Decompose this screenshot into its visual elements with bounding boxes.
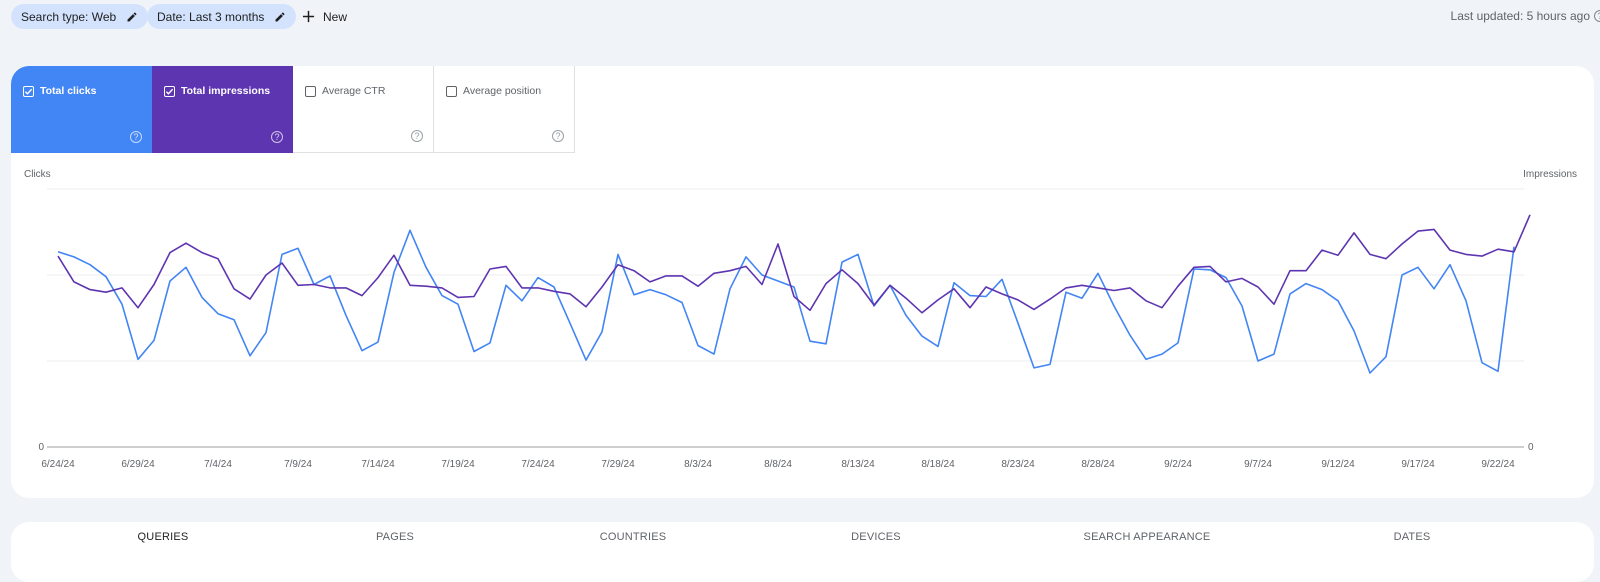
- x-tick-label: 7/29/24: [601, 459, 635, 470]
- series-line-clicks[interactable]: [57, 229, 1515, 374]
- checkbox-unchecked-icon[interactable]: [305, 85, 316, 97]
- tab-pages[interactable]: PAGES: [376, 531, 414, 543]
- last-updated: Last updated: 5 hours ago ?: [1451, 9, 1600, 23]
- pencil-icon: [127, 11, 137, 21]
- x-tick-label: 7/9/24: [284, 459, 312, 470]
- plus-icon: [302, 10, 315, 23]
- x-tick-label: 7/19/24: [441, 459, 475, 470]
- x-tick-label: 8/18/24: [921, 459, 955, 470]
- y-tick-right-zero: 0: [1528, 442, 1534, 453]
- last-updated-text: Last updated: 5 hours ago: [1450, 9, 1590, 23]
- x-tick-label: 6/24/24: [41, 459, 75, 470]
- metric-selector: Total clicks ? Total impressions ? Avera…: [11, 66, 575, 153]
- x-tick-label: 9/17/24: [1401, 459, 1435, 470]
- tab-queries[interactable]: QUERIES: [138, 531, 189, 543]
- performance-line-chart: Clicks Impressions 0 0 6/24/24 6/29/24 7/4…: [11, 161, 1594, 496]
- series-line-impressions[interactable]: [57, 214, 1531, 314]
- x-tick-label: 9/22/24: [1481, 459, 1515, 470]
- help-icon[interactable]: ?: [271, 131, 283, 143]
- new-filter-button[interactable]: New: [302, 4, 347, 29]
- date-filter-label: Date: Last 3 months: [157, 9, 265, 24]
- search-type-filter-label: Search type: Web: [21, 9, 117, 24]
- x-tick-label: 8/3/24: [684, 459, 712, 470]
- x-tick-label: 7/14/24: [361, 459, 395, 470]
- x-tick-label: 9/7/24: [1244, 459, 1272, 470]
- metric-label: Average position: [463, 85, 542, 97]
- checkbox-unchecked-icon[interactable]: [446, 85, 457, 97]
- metric-total-clicks[interactable]: Total clicks ?: [11, 66, 152, 153]
- metric-total-impressions[interactable]: Total impressions ?: [152, 66, 293, 153]
- tab-devices[interactable]: DEVICES: [851, 531, 901, 543]
- metric-average-position[interactable]: Average position ?: [434, 66, 575, 153]
- y-axis-title-left: Clicks: [24, 169, 51, 180]
- checkbox-checked-icon[interactable]: [23, 85, 34, 97]
- x-tick-label: 9/12/24: [1321, 459, 1355, 470]
- help-icon[interactable]: ?: [411, 130, 423, 142]
- new-filter-label: New: [323, 9, 348, 24]
- chart-svg: Clicks Impressions 0 0 6/24/24 6/29/24 7/4…: [24, 169, 1577, 470]
- help-icon[interactable]: ?: [552, 130, 564, 142]
- metric-label: Total impressions: [181, 85, 271, 97]
- x-tick-label: 7/24/24: [521, 459, 555, 470]
- checkbox-checked-icon[interactable]: [164, 85, 175, 97]
- pencil-icon: [275, 11, 285, 21]
- x-tick-label: 8/23/24: [1001, 459, 1035, 470]
- filter-bar: Search type: Web Date: Last 3 months New…: [0, 0, 1600, 34]
- chart-series: [57, 214, 1531, 374]
- help-icon[interactable]: ?: [130, 131, 142, 143]
- help-icon[interactable]: ?: [1594, 10, 1600, 22]
- date-filter-chip[interactable]: Date: Last 3 months: [147, 4, 297, 29]
- x-tick-label: 8/8/24: [764, 459, 792, 470]
- search-type-filter-chip[interactable]: Search type: Web: [11, 4, 149, 29]
- metric-average-ctr[interactable]: Average CTR ?: [293, 66, 434, 153]
- tab-search-appearance[interactable]: SEARCH APPEARANCE: [1084, 531, 1211, 543]
- x-tick-label: 6/29/24: [121, 459, 155, 470]
- x-axis-ticks: 6/24/24 6/29/24 7/4/24 7/9/24 7/14/24 7/19/24…: [41, 459, 1515, 470]
- y-axis-title-right: Impressions: [1523, 169, 1577, 180]
- dimension-tabs: QUERIES PAGES COUNTRIES DEVICES SEARCH APPEA…: [11, 522, 1594, 582]
- tab-countries[interactable]: COUNTRIES: [600, 531, 667, 543]
- x-tick-label: 8/28/24: [1081, 459, 1115, 470]
- y-tick-left-zero: 0: [38, 442, 44, 453]
- x-tick-label: 9/2/24: [1164, 459, 1192, 470]
- metric-label: Total clicks: [40, 85, 97, 97]
- performance-chart-card: Total clicks ? Total impressions ? Avera…: [11, 66, 1594, 498]
- metric-label: Average CTR: [322, 85, 386, 97]
- x-tick-label: 7/4/24: [204, 459, 232, 470]
- tab-dates[interactable]: DATES: [1394, 531, 1431, 543]
- x-tick-label: 8/13/24: [841, 459, 875, 470]
